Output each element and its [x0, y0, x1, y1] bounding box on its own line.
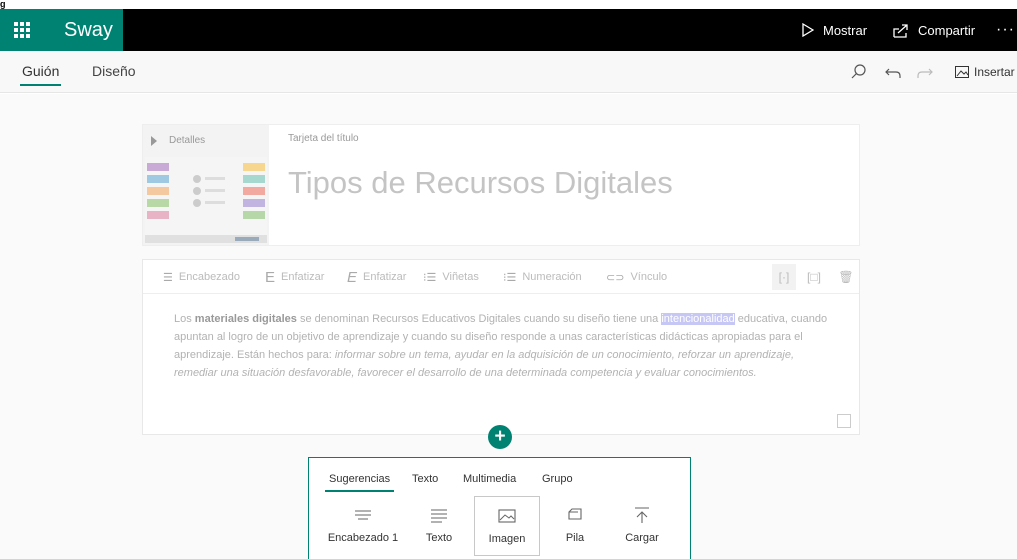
show-button[interactable]: Mostrar — [802, 9, 867, 51]
italic-emphasize-icon: E — [347, 268, 358, 286]
image-card-icon — [498, 509, 516, 523]
card-select-checkbox[interactable] — [837, 414, 851, 428]
title-text[interactable]: Tipos de Recursos Digitales — [288, 165, 673, 201]
share-icon — [893, 23, 908, 38]
option-stack[interactable]: Pila — [542, 496, 608, 556]
upload-icon — [635, 507, 649, 523]
add-content-button[interactable]: + — [488, 425, 512, 449]
emphasize-button-label: Enfatizar — [281, 271, 325, 283]
card-type-label: Tarjeta del título — [288, 133, 359, 144]
option-image[interactable]: Imagen — [474, 496, 540, 556]
undo-icon[interactable] — [885, 63, 901, 81]
show-button-label: Mostrar — [823, 22, 868, 38]
waffle-icon — [14, 22, 30, 38]
link-icon: ⊂⊃ — [606, 271, 625, 284]
tab-design[interactable]: Diseño — [92, 51, 136, 93]
redo-icon[interactable] — [917, 63, 933, 81]
focus-points-button[interactable]: [·] — [772, 264, 796, 290]
option-label: Texto — [425, 532, 453, 544]
option-text[interactable]: Texto — [406, 496, 472, 556]
details-label: Detalles — [169, 135, 206, 146]
play-icon — [802, 23, 814, 37]
image-icon — [955, 66, 969, 78]
tab-text[interactable]: Texto — [408, 469, 442, 489]
option-heading-1[interactable]: Encabezado 1 — [323, 496, 403, 556]
background-image-thumbnail[interactable]: Detalles — [143, 125, 269, 245]
insert-label: Insertar — [974, 65, 1015, 79]
heading-button-label: Encabezado — [178, 271, 241, 283]
link-button[interactable]: ⊂⊃ Vínculo — [606, 260, 667, 294]
page-fragment-icon: g — [0, 0, 6, 9]
app-launcher-button[interactable] — [0, 9, 44, 51]
insert-button[interactable]: Insertar — [955, 51, 1015, 93]
option-label: Pila — [565, 532, 585, 544]
bullets-button-label: Viñetas — [442, 271, 479, 283]
option-label: Cargar — [625, 532, 659, 544]
stack-card-icon — [568, 508, 582, 520]
format-toolbar: ☰ Encabezado E Enfatizar E Enfatizar ⁝☰ … — [143, 260, 859, 294]
text-card-icon — [431, 509, 447, 523]
option-label: Encabezado 1 — [327, 532, 399, 544]
emphasize-button[interactable]: E Enfatizar — [265, 260, 324, 294]
tab-storyline[interactable]: Guión — [19, 51, 62, 93]
more-options-button[interactable]: ··· — [996, 9, 1015, 51]
numbering-button-label: Numeración — [522, 271, 582, 283]
emphasize-icon: E — [265, 268, 276, 286]
emphasize-italic-button-label: Enfatizar — [363, 271, 407, 283]
paragraph-text[interactable]: Los materiales digitales se denominan Re… — [174, 310, 834, 382]
option-label: Imagen — [488, 533, 526, 545]
heading-card-icon — [355, 510, 371, 520]
bullets-button[interactable]: ⁝☰ Viñetas — [423, 260, 479, 294]
search-icon[interactable] — [851, 63, 867, 81]
emphasize-italic-button[interactable]: E Enfatizar — [347, 260, 406, 294]
paragraph-part: se denominan Recursos Educativos Digital… — [296, 313, 662, 325]
paragraph-part: Los — [174, 313, 195, 325]
heading-icon: ☰ — [163, 271, 173, 284]
expand-triangle-icon — [151, 135, 157, 146]
tab-suggestions[interactable]: Sugerencias — [325, 469, 395, 492]
option-upload[interactable]: Cargar — [609, 496, 675, 556]
app-header: Sway Mostrar Compartir ··· — [0, 9, 1017, 51]
app-name[interactable]: Sway — [44, 9, 123, 51]
expand-card-button[interactable]: [□] — [802, 264, 826, 290]
title-card[interactable]: Detalles Tarjeta del título Tipos de Rec… — [142, 124, 860, 246]
highlighted-word: intencionalidad — [661, 313, 735, 325]
expand-icon: [□] — [807, 270, 821, 284]
insert-content-panel: Sugerencias Texto Multimedia Grupo Encab… — [308, 457, 691, 559]
numbering-button[interactable]: ⁝☰ Numeración — [503, 260, 582, 294]
share-button[interactable]: Compartir — [893, 9, 975, 51]
bullet-list-icon: ⁝☰ — [423, 271, 437, 284]
link-button-label: Vínculo — [630, 271, 668, 283]
heading-button[interactable]: ☰ Encabezado — [163, 260, 240, 294]
trash-icon: 🗑 — [838, 270, 854, 284]
tab-media[interactable]: Multimedia — [459, 469, 520, 489]
details-toggle[interactable]: Detalles — [151, 135, 205, 146]
infographic-image — [145, 157, 267, 243]
text-card[interactable]: ☰ Encabezado E Enfatizar E Enfatizar ⁝☰ … — [142, 259, 860, 435]
tab-group[interactable]: Grupo — [538, 469, 577, 489]
numbered-list-icon: ⁝☰ — [503, 271, 517, 284]
focus-point-icon: [·] — [778, 270, 790, 284]
browser-top-strip: g — [0, 0, 1017, 9]
bold-term: materiales digitales — [194, 313, 297, 325]
share-button-label: Compartir — [918, 22, 976, 38]
delete-button[interactable]: 🗑 — [834, 264, 858, 290]
navigation-toolbar: Guión Diseño Insertar — [0, 51, 1017, 93]
